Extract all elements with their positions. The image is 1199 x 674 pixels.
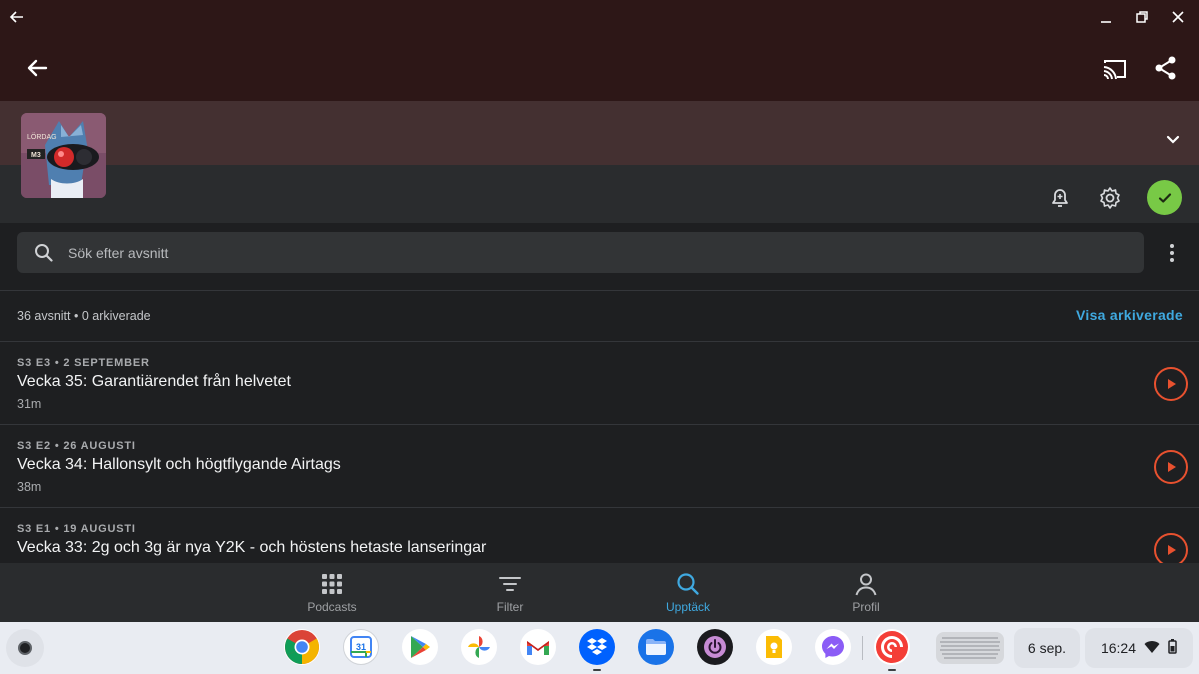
artwork-badge-text: M3: [31, 152, 41, 159]
play-icon[interactable]: [1154, 367, 1188, 401]
app-header: [0, 34, 1199, 101]
search-row: Sök efter avsnitt: [0, 223, 1199, 291]
share-icon[interactable]: [1152, 54, 1180, 82]
window-titlebar: [0, 0, 1199, 34]
show-archived-link[interactable]: Visa arkiverade: [1076, 307, 1183, 323]
minimize-icon[interactable]: [1097, 8, 1115, 26]
dropbox-icon[interactable]: [579, 629, 615, 671]
subscribed-check-button[interactable]: [1147, 180, 1182, 215]
clock-time: 16:24: [1100, 640, 1137, 656]
episode-duration: 31m: [17, 397, 42, 411]
app-window: LÖRDAG M3 Sök efter avsnitt 36 avsnitt •…: [0, 0, 1199, 674]
podcast-header-band: [0, 101, 1199, 165]
episode-meta: S3 E2 • 26 AUGUSTI: [17, 440, 136, 452]
episode-title: Vecka 33: 2g och 3g är nya Y2K - och hös…: [17, 539, 487, 556]
podcast-artwork: LÖRDAG M3: [21, 113, 106, 198]
episode-count: 36 avsnitt • 0 arkiverade: [17, 309, 151, 323]
calendar-icon[interactable]: 31: [343, 629, 379, 665]
launcher-icon[interactable]: [6, 629, 44, 667]
settings-gear-icon[interactable]: [1097, 185, 1123, 211]
files-icon[interactable]: [638, 629, 674, 665]
filter-icon: [497, 571, 523, 597]
running-indicator: [593, 669, 601, 671]
episode-title: Vecka 34: Hallonsylt och högtflygande Ai…: [17, 456, 341, 473]
shelf-separator: [862, 636, 863, 660]
restore-icon[interactable]: [1133, 8, 1151, 26]
artwork-text: LÖRDAG: [27, 133, 57, 141]
gmail-icon[interactable]: [520, 629, 556, 665]
system-shelf: 31 6 sep. 16:24: [0, 622, 1199, 674]
photos-icon[interactable]: [461, 629, 497, 665]
episode-meta: S3 E3 • 2 SEPTEMBER: [17, 357, 150, 369]
holding-space-thumbnail[interactable]: [936, 632, 1004, 664]
close-icon[interactable]: [1169, 8, 1187, 26]
nav-label: Podcasts: [307, 600, 357, 614]
chrome-icon[interactable]: [284, 629, 320, 665]
episode-duration: 38m: [17, 480, 42, 494]
wifi-icon: [1144, 640, 1160, 657]
chevron-down-icon[interactable]: [1162, 129, 1184, 151]
episode-stats-row: 36 avsnitt • 0 arkiverade Visa arkiverad…: [0, 291, 1199, 342]
nav-label: Upptäck: [665, 600, 711, 614]
battery-icon: [1168, 639, 1177, 657]
episode-list: S3 E3 • 2 SEPTEMBER Vecka 35: Garantiäre…: [0, 342, 1199, 563]
episode-row[interactable]: S3 E1 • 19 AUGUSTI Vecka 33: 2g och 3g ä…: [0, 508, 1199, 563]
nav-discover[interactable]: Upptäck: [628, 571, 748, 614]
episode-search-input[interactable]: Sök efter avsnitt: [17, 232, 1144, 273]
profile-icon: [853, 571, 879, 597]
messenger-icon[interactable]: [815, 629, 851, 665]
nav-filter[interactable]: Filter: [450, 571, 570, 614]
notification-bell-icon[interactable]: [1047, 185, 1073, 211]
episode-title: Vecka 35: Garantiärendet från helvetet: [17, 373, 291, 390]
search-icon: [33, 242, 55, 264]
pocket-casts-icon[interactable]: [874, 629, 910, 671]
play-store-icon[interactable]: [402, 629, 438, 665]
episode-row[interactable]: S3 E3 • 2 SEPTEMBER Vecka 35: Garantiäre…: [0, 342, 1199, 425]
back-arrow-icon[interactable]: [24, 54, 52, 82]
nav-profile[interactable]: Profil: [806, 571, 926, 614]
window-back-icon[interactable]: [8, 8, 26, 26]
power-app-icon[interactable]: [697, 629, 733, 665]
episode-row[interactable]: S3 E2 • 26 AUGUSTI Vecka 34: Hallonsylt …: [0, 425, 1199, 508]
keep-icon[interactable]: [756, 629, 792, 665]
nav-label: Filter: [496, 600, 524, 614]
bottom-navigation: Podcasts Filter Upptäck Profil: [0, 563, 1199, 622]
episode-meta: S3 E1 • 19 AUGUSTI: [17, 523, 136, 535]
grid-icon: [319, 571, 345, 597]
running-indicator: [888, 669, 896, 671]
play-icon[interactable]: [1154, 533, 1188, 563]
date-display[interactable]: 6 sep.: [1014, 628, 1080, 668]
play-icon[interactable]: [1154, 450, 1188, 484]
nav-label: Profil: [852, 600, 880, 614]
more-options-icon[interactable]: [1164, 241, 1180, 265]
search-icon: [675, 571, 701, 597]
calendar-day: 31: [355, 642, 366, 652]
nav-podcasts[interactable]: Podcasts: [272, 571, 392, 614]
status-tray[interactable]: 16:24: [1085, 628, 1193, 668]
cast-icon[interactable]: [1101, 55, 1129, 83]
search-placeholder: Sök efter avsnitt: [68, 244, 169, 261]
podcast-actions-bar: [0, 165, 1199, 223]
